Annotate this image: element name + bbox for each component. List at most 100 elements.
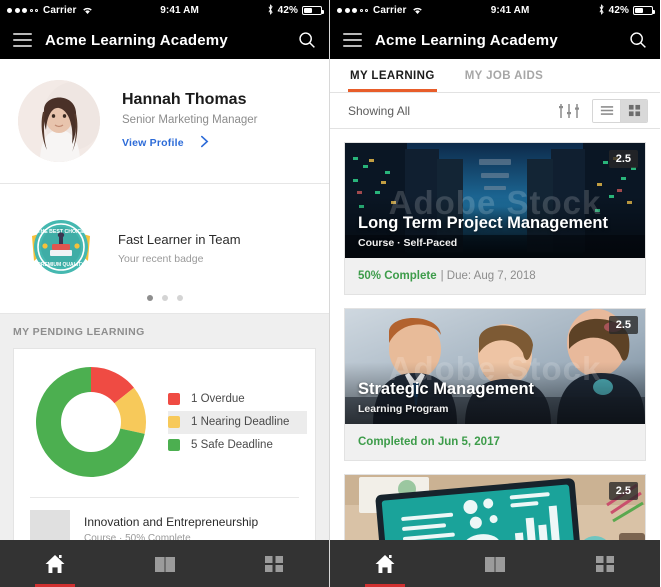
legend-label-safe: 5 Safe Deadline bbox=[191, 439, 273, 451]
pending-chart-legend: 1 Overdue 1 Nearing Deadline 5 Safe Dead… bbox=[168, 388, 308, 457]
carousel-dot-3[interactable] bbox=[176, 295, 183, 301]
rating-badge: 2.5 bbox=[608, 316, 638, 334]
book-icon bbox=[483, 553, 507, 575]
course-progress-label: 50% Complete bbox=[358, 270, 437, 282]
pending-donut-chart bbox=[32, 363, 150, 481]
hamburger-menu-icon[interactable] bbox=[343, 32, 362, 48]
legend-item-overdue: 1 Overdue bbox=[168, 388, 307, 411]
carrier-label: Carrier bbox=[373, 5, 407, 16]
filter-sliders-icon[interactable] bbox=[558, 102, 580, 120]
pending-chart-row: 1 Overdue 1 Nearing Deadline 5 Safe Dead… bbox=[14, 349, 315, 491]
tab-my-learning-label: MY LEARNING bbox=[350, 69, 435, 82]
rating-badge: 2.5 bbox=[608, 150, 638, 168]
chevron-right-icon bbox=[200, 135, 209, 151]
hamburger-menu-icon[interactable] bbox=[13, 32, 32, 48]
course-title: Long Term Project Management bbox=[358, 214, 608, 232]
battery-icon bbox=[633, 6, 655, 15]
legend-label-nearing: 1 Nearing Deadline bbox=[191, 416, 290, 428]
carousel-dot-2[interactable] bbox=[161, 295, 168, 301]
data-center-server-photo: Adobe Stock 2.5 Long Term Project Manage… bbox=[345, 143, 645, 258]
list-view-icon[interactable] bbox=[593, 99, 620, 122]
left-phone-screen: Carrier 9:41 AM 42% Acme Learning Academ… bbox=[0, 0, 330, 587]
badge-card[interactable]: THE BEST CHOICE PREMIUM QUALITY Fast Lea… bbox=[0, 184, 329, 314]
badge-title: Fast Learner in Team bbox=[118, 232, 241, 247]
nav-apps-button[interactable] bbox=[550, 540, 660, 587]
nav-library-button[interactable] bbox=[110, 540, 220, 587]
donut-hole bbox=[61, 392, 121, 452]
card-overlay-text: Long Term Project Management Course · Se… bbox=[358, 214, 608, 249]
battery-percent-label: 42% bbox=[608, 5, 629, 16]
badge-info: Fast Learner in Team Your recent badge bbox=[118, 232, 241, 265]
status-right-group-right: 42% bbox=[598, 3, 655, 18]
profile-card[interactable]: Hannah Thomas Senior Marketing Manager V… bbox=[0, 59, 329, 184]
course-title: Strategic Management bbox=[358, 380, 535, 398]
nav-home-button[interactable] bbox=[330, 540, 440, 587]
card-footer: Completed on Jun 5, 2017 bbox=[345, 424, 645, 460]
carousel-dot-1[interactable] bbox=[146, 295, 153, 301]
status-bar-right: Carrier 9:41 AM 42% bbox=[330, 0, 660, 21]
grid-view-icon[interactable] bbox=[620, 99, 647, 122]
tab-my-learning[interactable]: MY LEARNING bbox=[348, 59, 437, 92]
legend-label-overdue: 1 Overdue bbox=[191, 393, 245, 405]
pending-section-title: MY PENDING LEARNING bbox=[13, 326, 145, 338]
status-left-group-right: Carrier bbox=[337, 5, 423, 16]
profile-info: Hannah Thomas Senior Marketing Manager V… bbox=[122, 91, 258, 151]
legend-swatch-overdue bbox=[168, 393, 180, 405]
nav-library-button[interactable] bbox=[440, 540, 550, 587]
filter-bar: Showing All bbox=[330, 93, 660, 129]
search-icon[interactable] bbox=[629, 31, 647, 49]
home-icon bbox=[43, 553, 67, 575]
book-icon bbox=[153, 553, 177, 575]
page-title: Acme Learning Academy bbox=[45, 31, 228, 49]
tab-my-job-aids[interactable]: MY JOB AIDS bbox=[463, 59, 546, 92]
bottom-nav-right bbox=[330, 540, 660, 587]
view-toggle-group bbox=[592, 98, 648, 123]
tab-bar: MY LEARNING MY JOB AIDS bbox=[330, 59, 660, 93]
svg-text:PREMIUM QUALITY: PREMIUM QUALITY bbox=[38, 262, 86, 268]
course-card[interactable]: Adobe Stock 2.5 Strategic Management Lea… bbox=[344, 308, 646, 461]
status-right-group: 42% bbox=[267, 3, 324, 18]
wifi-icon bbox=[82, 6, 93, 15]
course-due-label: | Due: Aug 7, 2018 bbox=[440, 270, 536, 282]
bluetooth-icon bbox=[598, 3, 605, 18]
legend-swatch-safe bbox=[168, 439, 180, 451]
wifi-icon bbox=[412, 6, 423, 15]
business-people-meeting-photo: Adobe Stock 2.5 Strategic Management Lea… bbox=[345, 309, 645, 424]
pending-item-title: Innovation and Entrepreneurship bbox=[84, 514, 259, 529]
course-subtitle: Learning Program bbox=[358, 403, 449, 415]
card-footer: 50% Complete | Due: Aug 7, 2018 bbox=[345, 258, 645, 294]
page-title: Acme Learning Academy bbox=[375, 31, 558, 49]
nav-apps-button[interactable] bbox=[219, 540, 329, 587]
view-profile-link[interactable]: View Profile bbox=[122, 135, 258, 151]
status-bar-left: Carrier 9:41 AM 42% bbox=[0, 0, 329, 21]
nav-home-button[interactable] bbox=[0, 540, 110, 587]
grid-apps-icon bbox=[262, 553, 286, 575]
rating-badge: 2.5 bbox=[608, 482, 638, 500]
battery-percent-label: 42% bbox=[277, 5, 298, 16]
app-header-right: Acme Learning Academy bbox=[330, 21, 660, 59]
signal-strength-icon bbox=[7, 8, 38, 13]
course-card-list[interactable]: Adobe Stock 2.5 Long Term Project Manage… bbox=[330, 129, 660, 587]
signal-strength-icon bbox=[337, 8, 368, 13]
tab-my-job-aids-label: MY JOB AIDS bbox=[464, 69, 544, 82]
clock-label: 9:41 AM bbox=[160, 5, 199, 16]
badge-subtitle: Your recent badge bbox=[118, 253, 204, 265]
course-card[interactable]: Adobe Stock 2.5 Long Term Project Manage… bbox=[344, 142, 646, 295]
grid-apps-icon bbox=[593, 553, 617, 575]
app-header-left: Acme Learning Academy bbox=[0, 21, 329, 59]
search-icon[interactable] bbox=[298, 31, 316, 49]
home-icon bbox=[373, 553, 397, 575]
dual-phone-screenshot: Carrier 9:41 AM 42% Acme Learning Academ… bbox=[0, 0, 661, 587]
profile-role: Senior Marketing Manager bbox=[122, 114, 258, 126]
carousel-pagination[interactable] bbox=[0, 295, 329, 301]
course-subtitle: Course · Self-Paced bbox=[358, 237, 458, 249]
carrier-label: Carrier bbox=[43, 5, 77, 16]
user-avatar bbox=[18, 80, 100, 162]
profile-name: Hannah Thomas bbox=[122, 91, 247, 108]
view-profile-label: View Profile bbox=[122, 137, 184, 149]
status-left-group: Carrier bbox=[7, 5, 93, 16]
battery-icon bbox=[302, 6, 324, 15]
award-medal-icon: THE BEST CHOICE PREMIUM QUALITY bbox=[26, 214, 96, 284]
bluetooth-icon bbox=[267, 3, 274, 18]
clock-label: 9:41 AM bbox=[490, 5, 530, 16]
